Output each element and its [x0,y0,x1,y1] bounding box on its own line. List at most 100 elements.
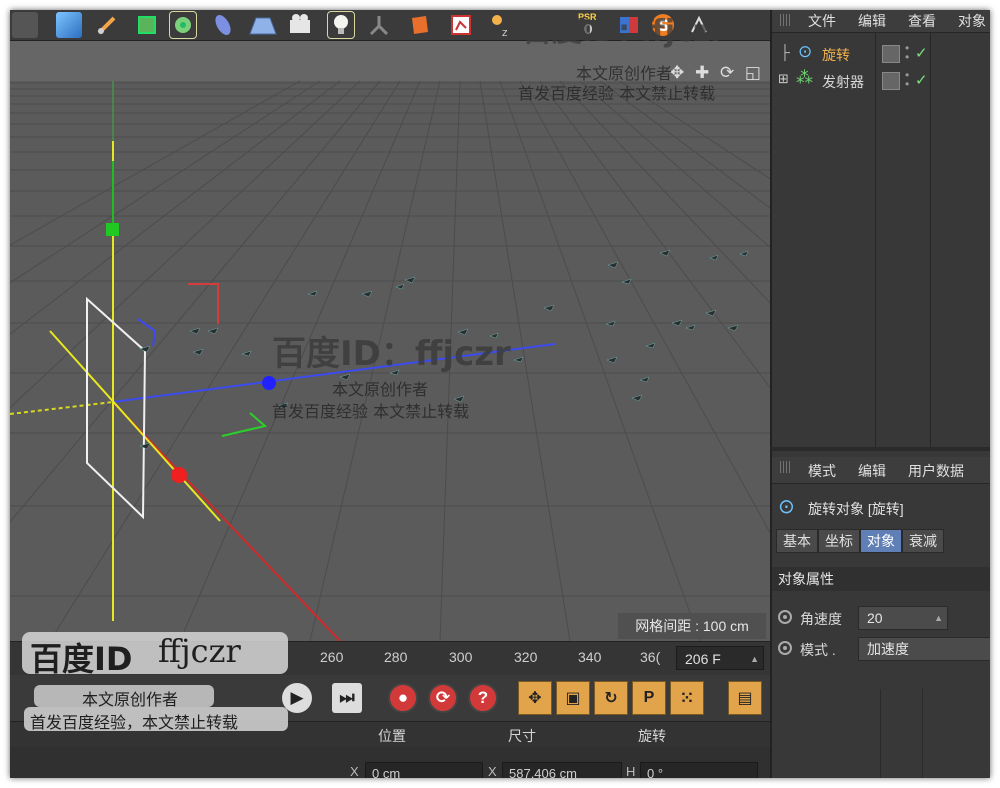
angular-speed-field[interactable]: 20 ▲▼ [858,606,948,645]
menu-user-data[interactable]: 用户数据 [908,461,964,481]
light-icon[interactable] [327,11,355,39]
timeline-tick: 36( [640,649,661,665]
record-key-button[interactable]: ● [388,683,418,713]
xyz-icon[interactable]: Z [488,12,514,38]
menu-file[interactable]: 文件 [808,11,836,31]
position-x-field[interactable]: 0 cm [365,762,483,778]
cinema4d-window: Z PSR 0 S ✥ ✚ ⟳ ◱ 网格间距: 100 cm 260 280 … [10,10,990,778]
column-separator [875,32,876,447]
y-axis-handle[interactable] [106,223,119,236]
tab-object[interactable]: 对象 [860,529,902,553]
move-icon[interactable]: ✥ [518,681,552,715]
object-manager-menubar: 文件 编辑 查看 对象 [772,10,990,33]
subdivision-icon[interactable] [134,12,160,38]
grid-spacing-readout: 网格间距 : 100 cm [618,613,766,639]
auto-key-button[interactable]: ⟳ [428,683,458,713]
menu-toggle-icon[interactable] [12,12,38,38]
object-manager: 文件 编辑 查看 对象 ├ ⊙ 旋转 • • ✓ ⊞ ⁂ 发射器 • • ✓ [770,10,990,447]
angular-speed-label: 角速度 [800,611,842,627]
character-icon[interactable] [366,12,392,38]
mode-dropdown[interactable]: 加速度 [858,637,990,661]
angular-speed-row: 角速度 20 ▲▼ [778,606,988,645]
help-button[interactable]: ? [468,683,498,713]
menu-objects[interactable]: 对象 [958,11,986,31]
point-level-icon[interactable]: ⁙ [670,681,704,715]
menu-mode[interactable]: 模式 [808,461,836,481]
rotation-h-field[interactable]: 0 ° [640,762,758,778]
mode-label: 模式 . [800,642,836,658]
x-axis-handle[interactable] [171,467,187,483]
object-row-emitter[interactable]: ⊞ ⁂ 发射器 • • ✓ [772,68,990,94]
tab-coord[interactable]: 坐标 [818,529,860,553]
rotate-object-icon: ⊙ [798,42,813,61]
size-header: 尺寸 [508,728,536,744]
position-header: 位置 [378,728,406,744]
watermark-author: 本文原创作者 [332,380,429,399]
enabled-check-icon[interactable]: ✓ [915,44,928,62]
object-row-rotate[interactable]: ├ ⊙ 旋转 • • ✓ [772,41,990,67]
parameter-icon[interactable]: P [632,681,666,715]
render-icon[interactable] [448,12,474,38]
timeline-tick: 340 [578,649,602,665]
attribute-title: 旋转对象 [旋转] [808,501,904,517]
h-label: H [626,764,636,778]
column-separator [880,689,881,778]
mode-row: 模式 . 加速度 [778,637,990,663]
timeline-tick: 280 [384,649,408,665]
rotation-header: 旋转 [638,728,666,744]
menu-edit[interactable]: 编辑 [858,11,886,31]
tab-falloff[interactable]: 衰减 [902,529,944,553]
rotate-object-icon: ⊙ [778,496,795,518]
tree-line-icon: ├ [780,44,790,60]
animate-radio-icon[interactable] [778,641,792,655]
animate-radio-icon[interactable] [778,610,792,624]
array-icon[interactable] [169,11,197,39]
enabled-check-icon[interactable]: ✓ [915,71,928,89]
expand-icon[interactable]: ⊞ [778,71,789,87]
current-frame-field[interactable]: 206 F ▲▼ [676,646,764,688]
film-icon[interactable]: ▤ [728,681,762,715]
tab-basic[interactable]: 基本 [776,529,818,553]
watermark-corner-notice: 首发百度经验，本文禁止转载 [30,713,239,732]
attribute-manager-menubar: 模式 编辑 用户数据 [772,457,990,484]
watermark-corner-name: ffjczr [158,632,241,670]
emitter-icon: ⁂ [796,68,813,87]
watermark-corner-box: 百度ID ffjczr [22,632,288,678]
z-axis-handle[interactable] [262,376,276,390]
size-x-field[interactable]: 587.406 cm [502,762,622,778]
pen-icon[interactable] [94,12,120,38]
deformer-icon[interactable] [210,12,236,38]
watermark-id: 百度ID：ffjczr [272,334,511,374]
camera-icon[interactable] [288,12,314,38]
column-separator [930,32,931,447]
tag-icon[interactable] [406,12,432,38]
panel-grip-icon[interactable] [780,461,792,473]
watermark-corner-id: 百度ID [30,640,133,678]
object-name: 旋转 [822,47,850,63]
layer-flag-icon[interactable] [882,72,900,90]
rotate-icon[interactable]: ↻ [594,681,628,715]
angular-speed-value: 20 [867,610,883,626]
watermark-top-notice: 首发百度经验 本文禁止转载 [518,84,716,103]
attribute-manager: 模式 编辑 用户数据 ⊙ 旋转对象 [旋转] 基本 坐标 对象 衰减 对象属性 … [770,447,990,778]
watermark-corner-notice-box: 首发百度经验，本文禁止转载 [24,707,288,732]
visibility-dots-icon[interactable]: • • [905,42,909,63]
object-properties-section: 对象属性 [772,567,990,591]
panel-grip-icon[interactable] [780,14,792,26]
menu-edit[interactable]: 编辑 [858,461,886,481]
visibility-dots-icon[interactable]: • • [905,69,909,90]
timeline-tick: 320 [514,649,538,665]
coordinates-row: X 0 cm X 587.406 cm H 0 ° [10,747,770,778]
cube-icon[interactable] [56,12,82,38]
layer-flag-icon[interactable] [882,45,900,63]
menu-view[interactable]: 查看 [908,11,936,31]
goto-end-button[interactable]: ⏭ [332,683,362,713]
watermark-notice: 首发百度经验 本文禁止转载 [272,402,470,421]
column-separator [922,689,923,778]
floor-icon[interactable] [248,12,277,38]
scale-icon[interactable]: ▣ [556,681,590,715]
timeline-tick: 300 [449,649,473,665]
x-label: X [350,764,359,778]
svg-text:Z: Z [502,29,508,38]
timeline-tick: 260 [320,649,344,665]
